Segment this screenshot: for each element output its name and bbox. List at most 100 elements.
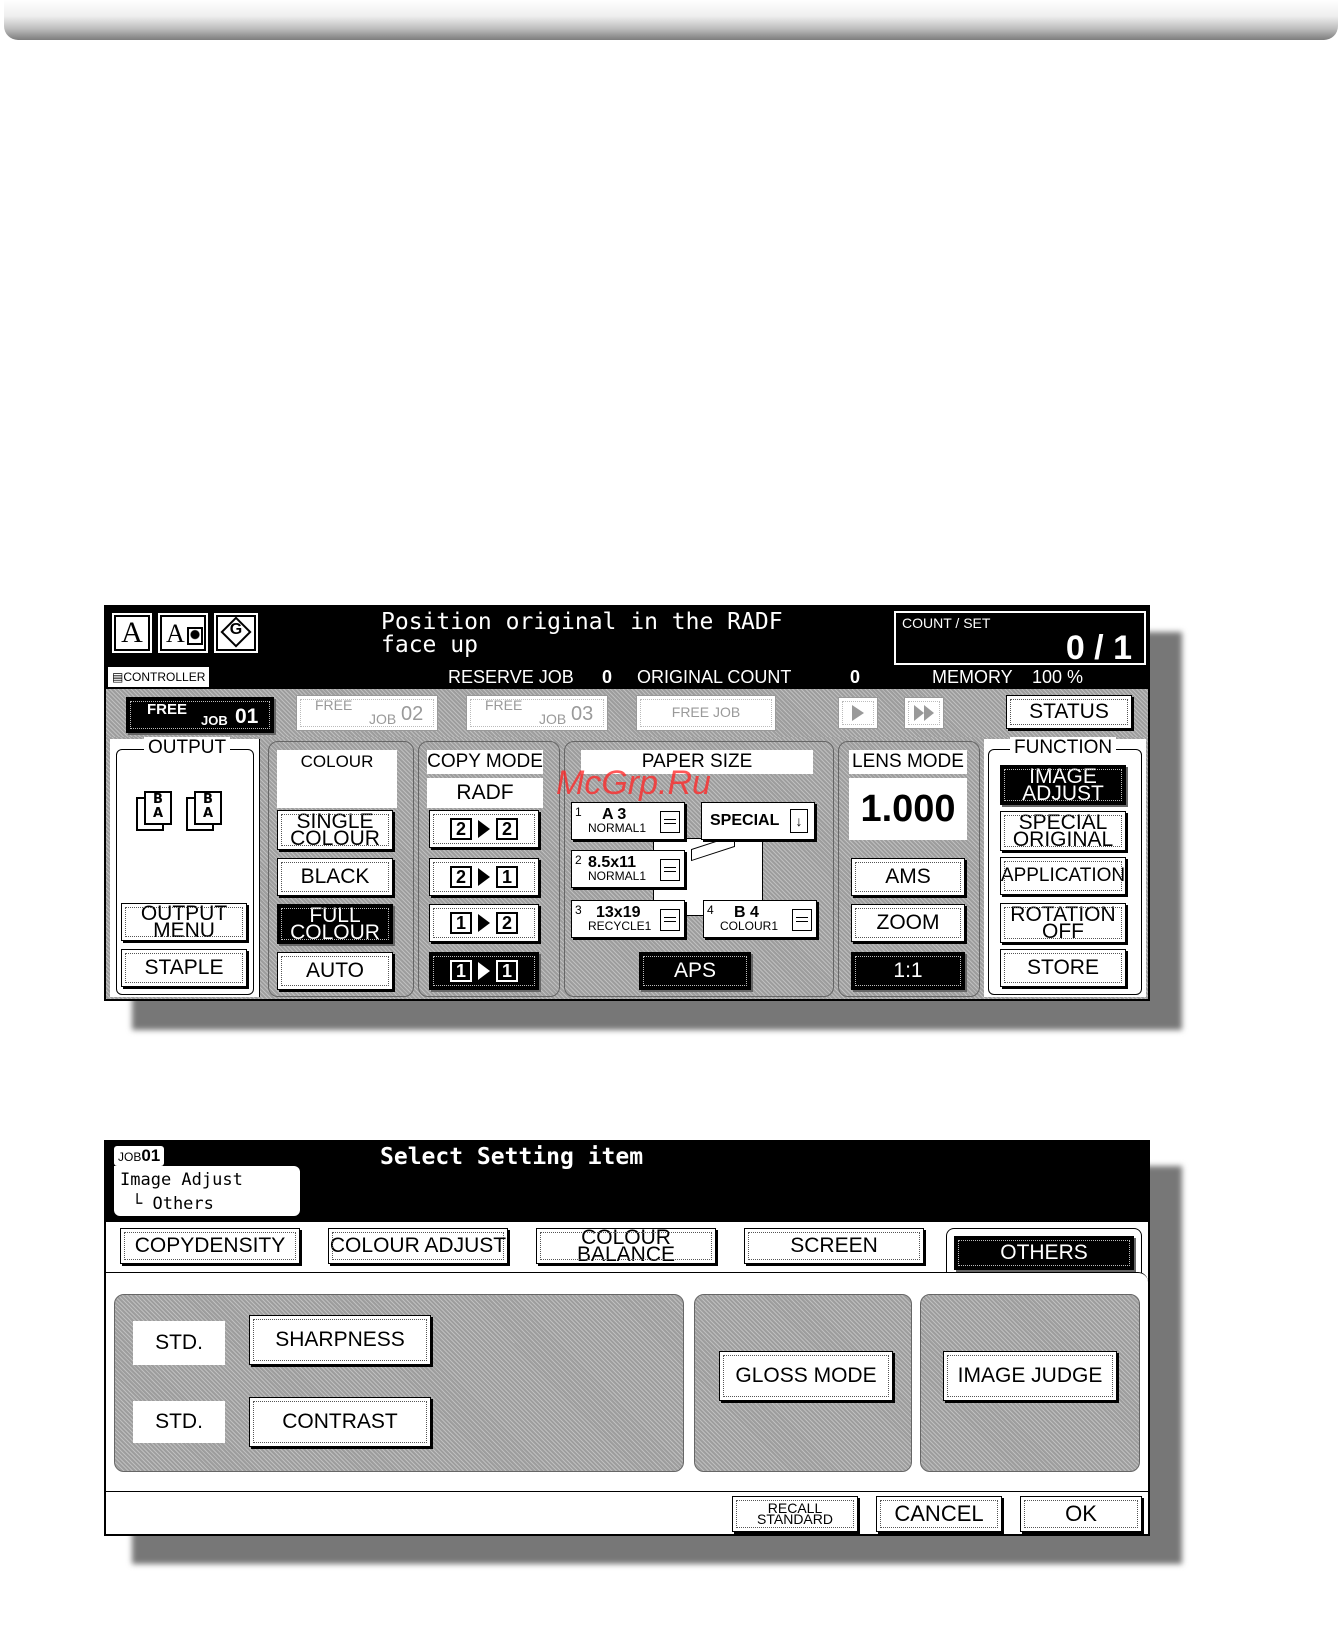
full-colour-button[interactable]: FULL COLOUR [277,904,393,944]
copy-mode-2-1-to: 1 [496,866,518,888]
screen2-title: Select Setting item [380,1144,644,1170]
copy-mode-1-2-button[interactable]: 12 [429,904,539,942]
tray-2-number: 2 [575,853,582,867]
one-to-one-label: 1:1 [893,959,923,983]
tray-2-type: NORMAL1 [588,869,647,883]
contrast-button[interactable]: CONTRAST [249,1397,431,1447]
sharpness-contrast-panel: STD. SHARPNESS STD. CONTRAST [114,1294,684,1472]
copy-mode-2-1-button[interactable]: 21 [429,858,539,896]
copy-mode-1-1-button[interactable]: 11 [429,952,539,990]
tray-4-button[interactable]: 4 B 4 COLOUR1 [703,900,817,938]
job-last-button[interactable] [904,697,944,729]
tab-colour-balance[interactable]: COLOUR BALANCE [536,1225,716,1266]
cancel-button[interactable]: CANCEL [876,1496,1002,1532]
original-a-with-image-icon[interactable]: A [158,613,208,653]
output-sheets-icon: BA BA [136,791,236,835]
rotate-g-icon[interactable]: G [214,613,258,653]
tab-colour-adjust[interactable]: COLOUR ADJUST [328,1228,508,1264]
copy-mode-2-1-from: 2 [450,866,472,888]
basic-screen: A A G Position original in the RADF face… [104,605,1150,1001]
special-tray-button[interactable]: SPECIAL ↓ [701,802,815,840]
cancel-label: CANCEL [894,1500,984,1526]
aps-label: APS [673,959,717,983]
paper-stack-icon [660,859,680,881]
rotation-line2: OFF [1042,920,1084,943]
ams-button[interactable]: AMS [851,858,965,896]
paper-stack-icon [660,811,680,833]
page-header-bar [4,0,1338,40]
staple-label: STAPLE [144,956,224,980]
job-indicator: JOB01 [114,1146,165,1166]
output-menu-button[interactable]: OUTPUT MENU [121,903,247,941]
tab-colour-balance-label: COLOUR BALANCE [576,1225,676,1266]
job-03-free: FREE [485,697,523,713]
job-tab-free[interactable]: FREE JOB [636,695,776,731]
special-original-line2: ORIGINAL [1012,828,1114,851]
original-a-icon[interactable]: A [112,613,152,653]
tray-1-button[interactable]: 1 A 3 NORMAL1 [571,802,685,840]
image-adjust-others-screen: JOB01 Image Adjust └ Others Select Setti… [104,1140,1150,1536]
store-button[interactable]: STORE [1000,949,1126,987]
recall-line2: STANDARD [757,1511,833,1527]
recall-standard-button[interactable]: RECALL STANDARD [732,1496,858,1532]
application-button[interactable]: APPLICATION [1000,857,1126,895]
zoom-label: ZOOM [876,911,940,935]
application-label: APPLICATION [1000,865,1126,887]
gloss-mode-button[interactable]: GLOSS MODE [719,1351,893,1401]
output-group: OUTPUT BA BA OUTPUT MENU STAPLE [110,737,260,997]
status-button[interactable]: STATUS [1006,695,1132,729]
copy-mode-label: COPY MODE [427,750,543,774]
job-tab-02[interactable]: FREE JOB 02 [296,695,438,731]
tray-1-type: NORMAL1 [588,821,647,835]
tab-copydensity[interactable]: COPYDENSITY [120,1228,300,1264]
reserve-job-label: RESERVE JOB [448,667,574,687]
count-set-box: COUNT / SET 0 / 1 [894,611,1146,667]
tray-3-number: 3 [575,903,582,917]
aps-button[interactable]: APS [639,952,751,990]
special-original-button[interactable]: SPECIAL ORIGINAL [1000,811,1126,851]
controller-icon: ▤ [112,670,124,684]
full-colour-line2: COLOUR [290,921,380,944]
job-tab-03[interactable]: FREE JOB 03 [466,695,608,731]
contrast-value-text: STD. [155,1410,203,1433]
breadcrumb-line2: └ Others [132,1194,214,1214]
staple-button[interactable]: STAPLE [121,949,247,987]
job-03-number: 03 [571,703,594,725]
message-line2: face up [381,632,478,658]
copy-mode-2-2-button[interactable]: 22 [429,810,539,848]
auto-colour-button[interactable]: AUTO [277,952,393,990]
job-02-free: FREE [315,697,353,713]
image-judge-button[interactable]: IMAGE JUDGE [943,1351,1117,1401]
colour-mode-display [277,778,397,808]
special-label: SPECIAL [710,812,780,829]
tray-2-button[interactable]: 2 8.5x11 NORMAL1 [571,850,685,888]
one-to-one-button[interactable]: 1:1 [851,952,965,990]
tray-3-button[interactable]: 3 13x19 RECYCLE1 [571,900,685,938]
tab-screen[interactable]: SCREEN [744,1228,924,1264]
job-02-label: JOB [369,711,397,727]
output-label: OUTPUT [144,737,231,759]
copy-mode-1-2-to: 2 [496,912,518,934]
count-set-value: 0 / 1 [1065,629,1132,667]
rotation-off-button[interactable]: ROTATION OFF [1000,903,1126,943]
tab-others[interactable]: OTHERS [954,1236,1134,1270]
zoom-button[interactable]: ZOOM [851,904,965,942]
single-colour-button[interactable]: SINGLE COLOUR [277,810,393,850]
sharpness-value: STD. [133,1321,225,1365]
black-button[interactable]: BLACK [277,858,393,896]
image-adjust-button[interactable]: IMAGE ADJUST [1000,765,1126,805]
screen1-header: A A G Position original in the RADF face… [106,607,1148,689]
tab-others-label: OTHERS [1000,1241,1088,1265]
watermark: McGrp.Ru [556,764,711,802]
job-next-button[interactable] [838,697,878,729]
lens-value-display: 1.000 [849,778,967,840]
function-group: FUNCTION IMAGE ADJUST SPECIAL ORIGINAL A… [984,737,1146,997]
job-tab-01[interactable]: FREE JOB 01 [126,697,274,733]
controller-button[interactable]: ▤CONTROLLER [108,667,210,687]
sharpness-button[interactable]: SHARPNESS [249,1315,431,1365]
sharpness-value-text: STD. [155,1331,203,1354]
radf-display: RADF [427,778,543,808]
function-label: FUNCTION [1010,737,1117,759]
ok-button[interactable]: OK [1020,1496,1142,1532]
lens-value: 1.000 [860,787,956,830]
